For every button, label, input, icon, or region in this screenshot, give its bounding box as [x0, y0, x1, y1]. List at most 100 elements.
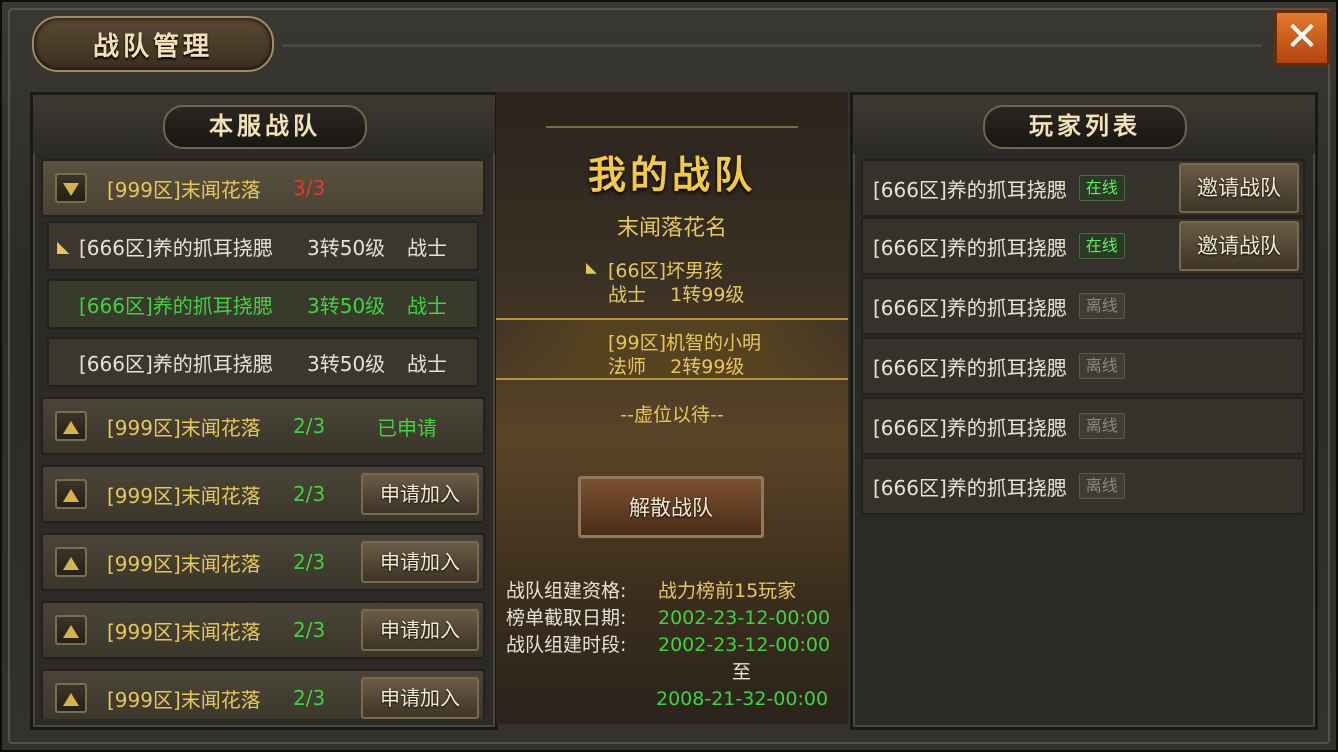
team-count: 2/3 — [293, 550, 326, 574]
team-count: 2/3 — [293, 686, 326, 710]
team-name: [999区]末闻花落 — [107, 687, 261, 712]
player-row[interactable]: [666区]养的抓耳挠腮 离线 — [861, 277, 1305, 335]
team-row-applied[interactable]: [999区]末闻花落 2/3 已申请 — [41, 397, 485, 455]
my-team-panel: 我的战队 末闻落花名 ◣ [66区]坏男孩 战士 1转99级 [99区]机智的小… — [496, 92, 848, 724]
player-name: [666区]养的抓耳挠腮 离线 — [873, 399, 1125, 453]
slot-player-name: [66区]坏男孩 — [608, 260, 724, 282]
qualification-value: 战力榜前15玩家 — [658, 580, 797, 602]
period-label: 战队组建时段: — [506, 634, 627, 656]
player-name: [666区]养的抓耳挠腮 离线 — [873, 459, 1125, 513]
team-count: 3/3 — [293, 176, 326, 200]
team-member-row[interactable]: [666区]养的抓耳挠腮 3转50级 战士 — [47, 337, 479, 387]
deadline-label: 榜单截取日期: — [506, 607, 627, 629]
window-title: 战队管理 — [92, 32, 213, 62]
applied-status: 已申请 — [377, 415, 437, 440]
player-name: [666区]养的抓耳挠腮 离线 — [873, 279, 1125, 333]
pointer-marker-icon: ◣ — [57, 236, 70, 256]
player-name-text: [666区]养的抓耳挠腮 — [873, 475, 1067, 500]
expand-arrow-icon[interactable] — [55, 547, 87, 577]
invite-team-button[interactable]: 邀请战队 — [1179, 221, 1299, 271]
apply-join-button[interactable]: 申请加入 — [361, 541, 479, 583]
member-level: 3转50级 — [307, 351, 386, 376]
team-count: 2/3 — [293, 414, 326, 438]
team-name: [999区]末闻花落 — [107, 415, 261, 440]
player-name-text: [666区]养的抓耳挠腮 — [873, 415, 1067, 440]
expand-arrow-icon[interactable] — [55, 479, 87, 509]
empty-slot[interactable]: --虚位以待-- — [496, 400, 848, 427]
player-name: [666区]养的抓耳挠腮 在线 — [873, 161, 1125, 215]
member-job: 战士 — [407, 351, 447, 376]
server-teams-title: 本服战队 — [163, 105, 367, 149]
my-team-name: 末闻落花名 — [616, 216, 727, 241]
title-divider — [282, 44, 1262, 47]
apply-join-button[interactable]: 申请加入 — [361, 609, 479, 651]
expand-arrow-icon[interactable] — [55, 411, 87, 441]
period-start: 2002-23-12-00:00 — [658, 634, 831, 656]
my-team-title: 我的战队 — [587, 152, 756, 197]
member-name: [666区]养的抓耳挠腮 — [79, 235, 273, 260]
offline-status-badge: 离线 — [1078, 413, 1125, 439]
player-name-text: [666区]养的抓耳挠腮 — [873, 295, 1067, 320]
player-name: [666区]养的抓耳挠腮 在线 — [873, 219, 1125, 273]
team-row[interactable]: [999区]末闻花落 2/3 申请加入 — [41, 533, 485, 591]
member-level: 3转50级 — [307, 293, 386, 318]
title-bar: 战队管理 — [12, 10, 1272, 72]
close-button[interactable]: ✕ — [1274, 10, 1330, 66]
player-row[interactable]: [666区]养的抓耳挠腮 离线 — [861, 397, 1305, 455]
member-name: [666区]养的抓耳挠腮 — [79, 293, 273, 318]
member-job: 战士 — [407, 235, 447, 260]
team-slot[interactable]: ◣ [66区]坏男孩 战士 1转99级 — [496, 252, 848, 310]
offline-status-badge: 离线 — [1078, 293, 1125, 319]
team-member-row[interactable]: ◣ [666区]养的抓耳挠腮 3转50级 战士 — [47, 221, 479, 271]
player-name: [666区]养的抓耳挠腮 离线 — [873, 339, 1125, 393]
pointer-marker-icon: ◣ — [586, 260, 597, 276]
slot-player-info: 法师 2转99级 — [608, 356, 745, 378]
team-slot-selected[interactable]: [99区]机智的小明 法师 2转99级 — [496, 318, 848, 380]
player-list[interactable]: [666区]养的抓耳挠腮 在线 邀请战队 [666区]养的抓耳挠腮 在线 邀请战队 … — [861, 157, 1307, 719]
team-management-window: 战队管理 ✕ 本服战队 [999区]末闻花落 3/3 ◣ [666区]养的抓耳挠… — [0, 0, 1338, 752]
title-plaque: 战队管理 — [32, 16, 274, 72]
collapse-arrow-icon[interactable] — [55, 173, 87, 203]
player-row[interactable]: [666区]养的抓耳挠腮 在线 邀请战队 — [861, 217, 1305, 275]
online-status-badge: 在线 — [1078, 233, 1125, 259]
member-name: [666区]养的抓耳挠腮 — [79, 351, 273, 376]
team-name: [999区]末闻花落 — [107, 551, 261, 576]
qualification-label: 战队组建资格: — [506, 580, 627, 602]
slot-player-name: [99区]机智的小明 — [608, 332, 762, 354]
member-level: 3转50级 — [307, 235, 386, 260]
apply-join-button[interactable]: 申请加入 — [361, 473, 479, 515]
period-end: 2008-21-32-00:00 — [656, 688, 829, 710]
team-count: 2/3 — [293, 618, 326, 642]
disband-team-button[interactable]: 解散战队 — [578, 476, 764, 538]
invite-team-button[interactable]: 邀请战队 — [1179, 163, 1299, 213]
player-row[interactable]: [666区]养的抓耳挠腮 离线 — [861, 337, 1305, 395]
apply-join-button[interactable]: 申请加入 — [361, 677, 479, 719]
team-member-row-highlighted[interactable]: [666区]养的抓耳挠腮 3转50级 战士 — [47, 279, 479, 329]
slot-player-info: 战士 1转99级 — [608, 284, 745, 306]
ornament-line — [546, 126, 798, 128]
team-row-expanded[interactable]: [999区]末闻花落 3/3 — [41, 159, 485, 217]
expand-arrow-icon[interactable] — [55, 615, 87, 645]
server-teams-list[interactable]: [999区]末闻花落 3/3 ◣ [666区]养的抓耳挠腮 3转50级 战士 [… — [41, 157, 487, 719]
team-name: [999区]末闻花落 — [107, 177, 261, 202]
period-to: 至 — [732, 661, 752, 683]
team-name: [999区]末闻花落 — [107, 483, 261, 508]
online-status-badge: 在线 — [1078, 175, 1125, 201]
team-row[interactable]: [999区]末闻花落 2/3 申请加入 — [41, 669, 485, 719]
player-row[interactable]: [666区]养的抓耳挠腮 离线 — [861, 457, 1305, 515]
member-job: 战士 — [407, 293, 447, 318]
player-name-text: [666区]养的抓耳挠腮 — [873, 235, 1067, 260]
player-list-header-bar: 玩家列表 — [853, 95, 1315, 153]
player-list-title: 玩家列表 — [983, 105, 1187, 149]
server-teams-header-bar: 本服战队 — [33, 95, 495, 153]
team-count: 2/3 — [293, 482, 326, 506]
team-row[interactable]: [999区]末闻花落 2/3 申请加入 — [41, 465, 485, 523]
player-name-text: [666区]养的抓耳挠腮 — [873, 177, 1067, 202]
offline-status-badge: 离线 — [1078, 353, 1125, 379]
deadline-value: 2002-23-12-00:00 — [658, 607, 831, 629]
team-name: [999区]末闻花落 — [107, 619, 261, 644]
player-row[interactable]: [666区]养的抓耳挠腮 在线 邀请战队 — [861, 159, 1305, 217]
team-row[interactable]: [999区]末闻花落 2/3 申请加入 — [41, 601, 485, 659]
player-list-panel: 玩家列表 [666区]养的抓耳挠腮 在线 邀请战队 [666区]养的抓耳挠腮 在线 … — [850, 92, 1318, 730]
expand-arrow-icon[interactable] — [55, 683, 87, 713]
